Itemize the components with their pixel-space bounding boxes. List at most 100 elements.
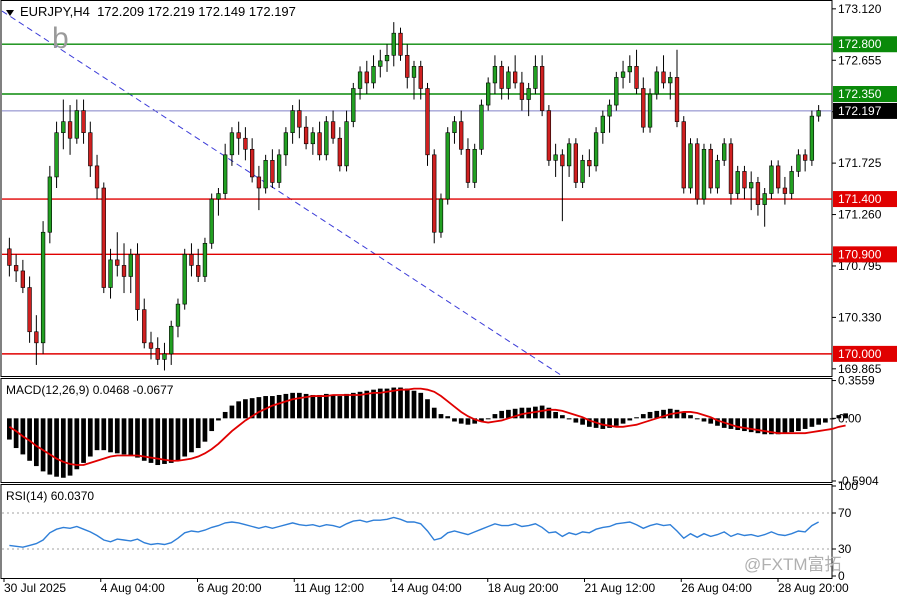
macd-bar bbox=[47, 418, 53, 475]
candle-body bbox=[499, 66, 504, 89]
candle-body bbox=[243, 137, 248, 150]
rsi-y-tick-label: 70 bbox=[838, 506, 852, 520]
macd-bar bbox=[438, 414, 444, 419]
candle-body bbox=[445, 132, 450, 200]
candle-body bbox=[108, 259, 113, 288]
candle-body bbox=[749, 182, 754, 189]
macd-bar bbox=[175, 418, 181, 461]
candle-body bbox=[452, 121, 457, 134]
macd-y-tick-label: 0.00 bbox=[838, 411, 862, 425]
dropdown-triangle-icon[interactable] bbox=[6, 9, 14, 16]
candle-body bbox=[735, 171, 740, 194]
candle-body bbox=[459, 121, 464, 150]
macd-bar bbox=[775, 418, 781, 435]
candle-body bbox=[101, 187, 106, 288]
x-tick-label: 11 Aug 12:00 bbox=[294, 581, 364, 595]
macd-bar bbox=[627, 418, 633, 421]
candle-body bbox=[546, 110, 552, 161]
level-tag-label: 172.800 bbox=[838, 37, 882, 51]
candle-body bbox=[566, 143, 572, 167]
macd-bar bbox=[694, 418, 700, 420]
macd-bar bbox=[384, 388, 390, 419]
candle-body bbox=[708, 148, 713, 189]
candle-body bbox=[283, 132, 289, 156]
macd-bar bbox=[283, 393, 289, 419]
macd-bar bbox=[647, 411, 653, 419]
candle-body bbox=[627, 66, 632, 73]
candle-body bbox=[755, 182, 761, 205]
price-y-tick-label: 170.330 bbox=[838, 310, 882, 324]
macd-bar bbox=[202, 418, 208, 442]
macd-bar bbox=[445, 416, 451, 419]
candle-body bbox=[67, 121, 73, 139]
symbol-label: EURJPY,H4 bbox=[20, 4, 90, 19]
macd-bar bbox=[350, 392, 356, 419]
last-price-label: 172.197 bbox=[838, 104, 882, 118]
candle-body bbox=[742, 171, 747, 189]
macd-bar bbox=[7, 418, 12, 440]
candle-body bbox=[384, 54, 390, 62]
macd-bar bbox=[128, 418, 134, 456]
candle-body bbox=[762, 193, 767, 205]
candle-body bbox=[722, 143, 727, 161]
macd-bar bbox=[688, 415, 693, 419]
candle-body bbox=[809, 115, 815, 161]
candle-body bbox=[270, 160, 275, 183]
candle-body bbox=[27, 287, 32, 333]
macd-bar bbox=[431, 407, 437, 419]
candle-body bbox=[40, 231, 46, 344]
candle-body bbox=[641, 88, 646, 128]
macd-bar bbox=[809, 418, 815, 427]
candle-body bbox=[620, 71, 626, 78]
candle-body bbox=[411, 66, 417, 78]
level-tag-label: 171.400 bbox=[838, 192, 882, 206]
rsi-value: 60.0370 bbox=[50, 489, 95, 503]
macd-bar bbox=[499, 410, 505, 419]
candle-body bbox=[196, 265, 201, 277]
macd-bar bbox=[222, 411, 228, 419]
candle-body bbox=[492, 66, 498, 84]
eurjpy-chart[interactable]: 173.120172.655172.190171.725171.260170.7… bbox=[0, 0, 900, 600]
macd-bar bbox=[634, 417, 639, 419]
macd-bar bbox=[182, 418, 188, 457]
ohlc-label: 172.209 172.219 172.149 172.197 bbox=[97, 4, 296, 19]
candle-body bbox=[533, 66, 538, 89]
candle-body bbox=[371, 66, 376, 84]
macd-bar bbox=[108, 418, 113, 453]
candle-body bbox=[263, 160, 268, 189]
macd-bar bbox=[492, 414, 498, 419]
candle-body bbox=[587, 160, 592, 167]
candle-body bbox=[330, 121, 336, 139]
candle-body bbox=[256, 176, 262, 189]
candle-body bbox=[13, 265, 19, 272]
macd-bar bbox=[640, 414, 646, 419]
candle-body bbox=[7, 248, 12, 266]
candle-body bbox=[20, 270, 26, 288]
candle-body bbox=[249, 148, 255, 178]
price-y-tick-label: 171.260 bbox=[838, 208, 882, 222]
candle-body bbox=[472, 148, 477, 183]
candle-body bbox=[513, 71, 518, 84]
candle-body bbox=[802, 154, 808, 161]
candle-body bbox=[432, 154, 437, 233]
macd-bar bbox=[101, 418, 107, 451]
macd-bar bbox=[404, 388, 410, 419]
macd-bar bbox=[236, 401, 242, 419]
macd-bar bbox=[81, 418, 86, 463]
candle-body bbox=[88, 132, 93, 167]
candle-body bbox=[661, 71, 666, 84]
candle-body bbox=[351, 88, 356, 122]
macd-bar bbox=[87, 418, 93, 457]
macd-bar bbox=[802, 418, 808, 429]
macd-bar bbox=[465, 418, 471, 425]
macd-bar bbox=[796, 418, 801, 432]
macd-bar bbox=[573, 418, 579, 423]
level-tag-label: 170.900 bbox=[838, 247, 882, 261]
candle-body bbox=[580, 160, 585, 183]
x-tick-label: 30 Jul 2025 bbox=[4, 581, 66, 595]
candle-body bbox=[162, 353, 167, 360]
macd-bar bbox=[310, 394, 316, 419]
candle-body bbox=[654, 71, 659, 95]
candle-body bbox=[290, 110, 295, 134]
macd-bar bbox=[337, 396, 343, 419]
